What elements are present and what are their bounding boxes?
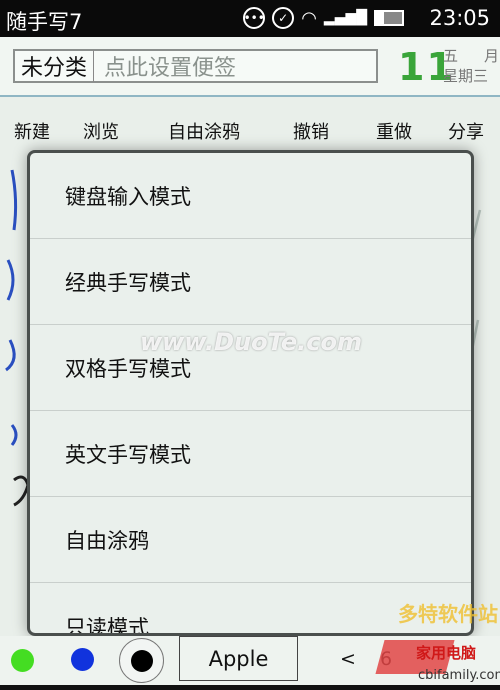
undo-button[interactable]: 撤销 xyxy=(293,118,329,144)
wifi-icon: ◠ xyxy=(301,7,317,29)
status-bar: 随手写7 ••• ✓ ◠ ▂▄▆█ 23:05 xyxy=(0,0,500,37)
weekday: 星期三 xyxy=(443,67,489,85)
check-circle-icon: ✓ xyxy=(272,7,295,29)
app-title: 随手写7 xyxy=(6,10,83,34)
color-black-button[interactable] xyxy=(119,638,164,683)
note-label-placeholder: 点此设置便签 xyxy=(104,56,237,81)
share-button[interactable]: 分享 xyxy=(448,118,484,144)
bottom-bar: Apple < 6 xyxy=(0,636,500,685)
month-label: 月 xyxy=(484,47,500,65)
handwriting-strokes xyxy=(5,169,18,446)
color-blue-button[interactable] xyxy=(71,648,94,671)
redo-button[interactable]: 重做 xyxy=(376,118,412,144)
bottom-edge xyxy=(0,685,500,690)
month: 五 xyxy=(443,47,459,65)
menu-item-read-only[interactable]: 只读模式 xyxy=(30,583,471,633)
font-selector[interactable]: Apple xyxy=(179,636,298,681)
page-number: 6 xyxy=(379,648,393,670)
color-green-button[interactable] xyxy=(11,649,34,672)
selected-color-icon xyxy=(131,650,153,672)
input-mode-menu: 键盘输入模式 经典手写模式 双格手写模式 英文手写模式 自由涂鸦 只读模式 xyxy=(27,150,474,636)
note-label-field[interactable]: 未分类 点此设置便签 xyxy=(13,49,378,83)
signal-icon: ▂▄▆█ xyxy=(323,10,367,26)
menu-item-dual-grid-handwriting[interactable]: 双格手写模式 xyxy=(30,325,471,411)
menu-item-classic-handwriting[interactable]: 经典手写模式 xyxy=(30,239,471,325)
menu-item-english-handwriting[interactable]: 英文手写模式 xyxy=(30,411,471,497)
new-button[interactable]: 新建 xyxy=(14,118,50,144)
clock: 23:05 xyxy=(429,6,490,30)
more-icon: ••• xyxy=(243,7,266,29)
toolbar: 新建 浏览 自由涂鸦 撤销 重做 分享 xyxy=(0,113,500,147)
menu-item-keyboard-input[interactable]: 键盘输入模式 xyxy=(30,153,471,239)
browse-button[interactable]: 浏览 xyxy=(83,118,119,144)
battery-icon xyxy=(374,10,404,26)
header: 未分类 点此设置便签 11 五 月 星期三 xyxy=(0,37,500,97)
prev-page-button[interactable]: < xyxy=(340,648,356,670)
category-selector[interactable]: 未分类 xyxy=(15,50,95,82)
menu-item-free-doodle[interactable]: 自由涂鸦 xyxy=(30,497,471,583)
doodle-button[interactable]: 自由涂鸦 xyxy=(168,118,240,144)
